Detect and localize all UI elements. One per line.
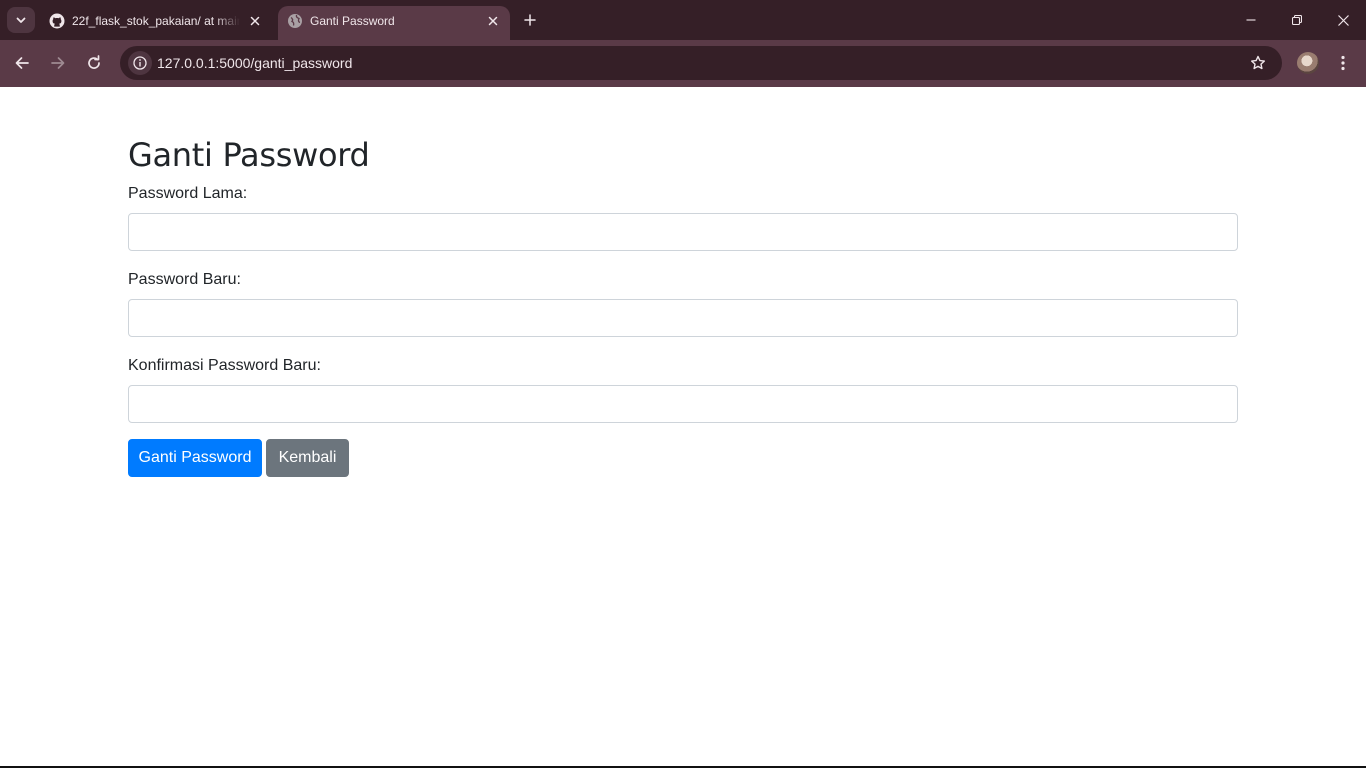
new-tab-button[interactable] — [518, 8, 542, 32]
chevron-down-icon — [16, 17, 26, 23]
close-tab-icon[interactable] — [484, 12, 502, 30]
site-info-button[interactable] — [128, 51, 152, 75]
globe-icon — [287, 13, 303, 29]
minimize-icon — [1246, 19, 1256, 21]
arrow-left-icon — [15, 57, 29, 69]
arrow-right-icon — [51, 57, 65, 69]
reload-button[interactable] — [80, 50, 108, 76]
back-link-button[interactable]: Kembali — [266, 439, 349, 477]
back-button[interactable] — [8, 50, 36, 76]
url-text: 127.0.0.1:5000/ganti_password — [157, 55, 353, 71]
page-content: Ganti Password Password Lama: Password B… — [0, 87, 1366, 766]
github-icon — [49, 13, 65, 29]
restore-button[interactable] — [1274, 0, 1320, 40]
tab-title: Ganti Password — [310, 14, 395, 28]
tab-bar: 22f_flask_stok_pakaian/ at main Ganti Pa… — [0, 0, 1366, 40]
browser-toolbar: 127.0.0.1:5000/ganti_password — [0, 40, 1366, 87]
minimize-button[interactable] — [1228, 0, 1274, 40]
browser-menu-button[interactable] — [1332, 52, 1354, 74]
tab-title: 22f_flask_stok_pakaian/ at main — [72, 14, 240, 28]
old-password-input[interactable] — [128, 213, 1238, 251]
plus-icon — [524, 14, 536, 26]
page-title: Ganti Password — [128, 136, 370, 174]
close-tab-icon[interactable] — [246, 12, 264, 30]
new-password-input[interactable] — [128, 299, 1238, 337]
old-password-label: Password Lama: — [128, 185, 248, 202]
tab-ganti-password[interactable]: Ganti Password — [278, 6, 510, 40]
new-password-label: Password Baru: — [128, 271, 241, 288]
restore-icon — [1292, 15, 1302, 25]
close-window-button[interactable] — [1320, 0, 1366, 40]
change-password-button[interactable]: Ganti Password — [128, 439, 262, 477]
more-vertical-icon — [1341, 55, 1345, 71]
star-icon — [1251, 55, 1265, 70]
tab-github[interactable]: 22f_flask_stok_pakaian/ at main — [40, 6, 272, 40]
reload-icon — [88, 55, 100, 69]
forward-button[interactable] — [44, 50, 72, 76]
confirm-password-label: Konfirmasi Password Baru: — [128, 357, 321, 374]
bookmark-button[interactable] — [1248, 53, 1268, 73]
info-icon — [133, 56, 147, 70]
tab-search-button[interactable] — [7, 7, 35, 33]
profile-avatar[interactable] — [1297, 52, 1319, 74]
address-bar[interactable]: 127.0.0.1:5000/ganti_password — [120, 46, 1282, 80]
close-icon — [1337, 14, 1349, 26]
confirm-password-input[interactable] — [128, 385, 1238, 423]
